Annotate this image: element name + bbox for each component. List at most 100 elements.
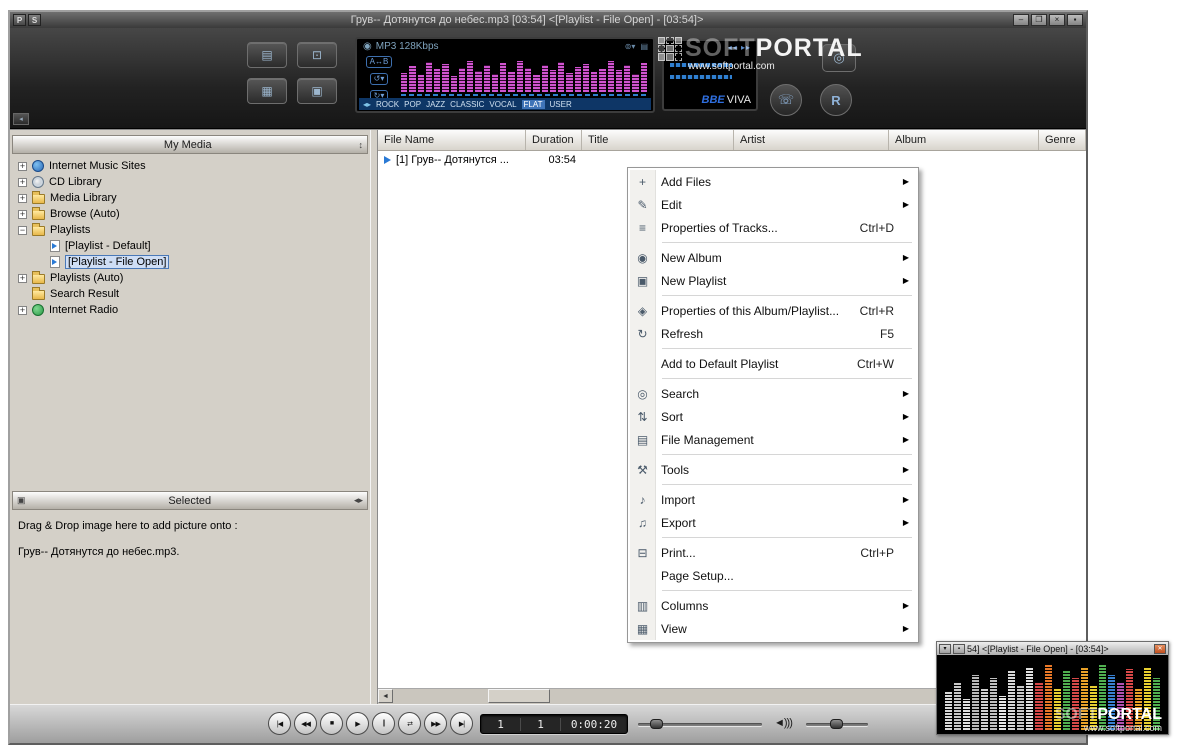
my-media-header[interactable]: My Media ↕ <box>12 135 368 154</box>
column-header-artist[interactable]: Artist <box>734 130 889 150</box>
tree-item-internet-music-sites[interactable]: + Internet Music Sites <box>12 158 368 174</box>
playlist-window-button[interactable]: ▤ <box>247 42 287 68</box>
column-header-duration[interactable]: Duration <box>526 130 582 150</box>
menu-item-edit[interactable]: ✎ Edit ▶ <box>630 193 916 216</box>
mini-menu-icon[interactable]: ▾ <box>939 643 951 654</box>
rewind-button[interactable]: ◀◀ <box>294 712 317 735</box>
expander-icon[interactable]: + <box>18 177 27 187</box>
next-track-button[interactable]: ▶| <box>450 712 473 735</box>
preset-pop[interactable]: POP <box>404 100 421 109</box>
visualization-button[interactable]: ▦ <box>247 78 287 104</box>
volume-slider[interactable] <box>806 719 868 729</box>
menu-item-tools[interactable]: ⚒ Tools ▶ <box>630 458 916 481</box>
fast-forward-button[interactable]: ▶▶ <box>424 712 447 735</box>
effect-level-bar-2[interactable] <box>670 75 732 79</box>
panel-resize-icon[interactable]: ↕ <box>359 140 364 150</box>
minimize-button[interactable]: – <box>1013 14 1029 26</box>
selected-panel-header[interactable]: ▣ Selected ◂ ▸ <box>12 491 368 510</box>
seek-thumb[interactable] <box>650 719 663 729</box>
expander-icon[interactable]: + <box>18 305 27 315</box>
volume-thumb[interactable] <box>830 719 843 729</box>
ab-repeat-button[interactable]: A↔B <box>365 56 393 68</box>
expander-icon[interactable]: + <box>18 209 27 219</box>
scrollbar-thumb[interactable] <box>488 689 550 703</box>
column-header-genre[interactable]: Genre <box>1039 130 1086 150</box>
tree-item-playlist-file-open[interactable]: [Playlist - File Open] <box>12 254 368 270</box>
sidebar-splitter[interactable] <box>370 130 378 704</box>
menu-item-properties-of-album-playlist[interactable]: ◈ Properties of this Album/Playlist... C… <box>630 299 916 322</box>
preset-flat-active[interactable]: FLAT <box>521 99 545 109</box>
menu-item-search[interactable]: ◎ Search ▶ <box>630 382 916 405</box>
sort-icon: ⇅ <box>637 409 648 424</box>
column-header-album[interactable]: Album <box>889 130 1039 150</box>
preset-rock[interactable]: ROCK <box>376 100 399 109</box>
menu-item-columns[interactable]: ▥ Columns ▶ <box>630 594 916 617</box>
play-button[interactable]: ▶ <box>346 712 369 735</box>
menu-item-new-playlist[interactable]: ▣ New Playlist ▶ <box>630 269 916 292</box>
table-row[interactable]: [1] Грув-- Дотянутся ... 03:54 <box>378 151 1086 168</box>
record-button[interactable]: R <box>820 84 852 116</box>
preset-arrows-icon[interactable]: ◂▸ <box>363 100 371 109</box>
preset-user[interactable]: USER <box>550 100 572 109</box>
mini-close-button[interactable]: ✕ <box>1154 643 1166 654</box>
tree-item-cd-library[interactable]: + CD Library <box>12 174 368 190</box>
eq-preset-bar[interactable]: ◂▸ ROCK POP JAZZ CLASSIC VOCAL FLAT USER <box>359 98 651 110</box>
menu-item-new-album[interactable]: ◉ New Album ▶ <box>630 246 916 269</box>
expander-icon[interactable]: + <box>18 193 27 203</box>
ontop-button[interactable]: ▪ <box>1067 14 1083 26</box>
shuffle-button[interactable]: ⇄ <box>398 712 421 735</box>
tree-item-playlists-auto[interactable]: + Playlists (Auto) <box>12 270 368 286</box>
pause-button[interactable]: || <box>372 712 395 735</box>
disc-button[interactable]: ◎ <box>822 44 856 72</box>
tree-item-media-library[interactable]: + Media Library <box>12 190 368 206</box>
close-button[interactable]: × <box>1049 14 1065 26</box>
stop-button[interactable]: ■ <box>320 712 343 735</box>
lcd-display: ◉ MP3 128Kbps ⊚▾ ▤ A↔B ↺▾ ↻▾ ◂▸ ROCK POP… <box>355 37 655 113</box>
maximize-button[interactable]: ❐ <box>1031 14 1047 26</box>
menu-item-add-files[interactable]: + Add Files ▶ <box>630 170 916 193</box>
headset-button[interactable]: ☏ <box>770 84 802 116</box>
menu-item-print[interactable]: ⊟ Print... Ctrl+P <box>630 541 916 564</box>
panel-toggle-button[interactable]: ◂ <box>13 113 29 125</box>
tree-item-search-result[interactable]: Search Result <box>12 286 368 302</box>
column-header-title[interactable]: Title <box>582 130 734 150</box>
menu-item-add-to-default-playlist[interactable]: Add to Default Playlist Ctrl+W <box>630 352 916 375</box>
tree-item-browse-auto[interactable]: + Browse (Auto) <box>12 206 368 222</box>
expander-icon[interactable]: − <box>18 225 27 235</box>
scroll-left-icon[interactable]: ◄ <box>378 689 393 703</box>
device-button[interactable]: ▣ <box>297 78 337 104</box>
menu-item-page-setup[interactable]: Page Setup... <box>630 564 916 587</box>
mini-mode-icon[interactable]: ▪ <box>953 643 965 654</box>
mini-title-bar[interactable]: ▾ ▪ 54] <[Playlist - File Open] - [03:54… <box>937 642 1168 655</box>
folder-icon <box>32 271 45 284</box>
preset-classic[interactable]: CLASSIC <box>450 100 484 109</box>
menu-item-properties-of-tracks[interactable]: ≡ Properties of Tracks... Ctrl+D <box>630 216 916 239</box>
effect-level-bar-1[interactable] <box>670 63 732 67</box>
lcd-meter-icon[interactable]: ▤ <box>640 42 648 51</box>
menu-item-export[interactable]: ♫ Export ▶ <box>630 511 916 534</box>
expander-icon[interactable]: + <box>18 161 27 171</box>
arrow-right-icon[interactable]: ▸ <box>358 495 363 506</box>
lcd-option-icon[interactable]: ⊚▾ <box>625 42 636 51</box>
previous-track-button[interactable]: |◀ <box>268 712 291 735</box>
dropzone-hint: Drag & Drop image here to add picture on… <box>18 520 238 532</box>
speaker-icon[interactable]: ◄))) <box>774 717 793 729</box>
seek-slider[interactable] <box>638 719 762 729</box>
tree-item-playlists[interactable]: − Playlists <box>12 222 368 238</box>
preset-vocal[interactable]: VOCAL <box>489 100 516 109</box>
menu-item-import[interactable]: ♪ Import ▶ <box>630 488 916 511</box>
menu-item-refresh[interactable]: ↻ Refresh F5 <box>630 322 916 345</box>
tree-item-playlist-default[interactable]: [Playlist - Default] <box>12 238 368 254</box>
column-header-file-name[interactable]: File Name <box>378 130 526 150</box>
module-arrows-icon[interactable]: ◂◂ ▸▸ <box>728 43 751 52</box>
expander-icon[interactable]: + <box>18 273 27 283</box>
menu-item-file-management[interactable]: ▤ File Management ▶ <box>630 428 916 451</box>
title-bar[interactable]: P S Грув-- Дотянутся до небес.mp3 [03:54… <box>10 12 1086 28</box>
preset-jazz[interactable]: JAZZ <box>426 100 445 109</box>
tree-item-internet-radio[interactable]: + Internet Radio <box>12 302 368 318</box>
video-window-button[interactable]: ⊡ <box>297 42 337 68</box>
menu-item-sort[interactable]: ⇅ Sort ▶ <box>630 405 916 428</box>
album-art-dropzone[interactable]: Drag & Drop image here to add picture on… <box>12 510 368 704</box>
menu-item-view[interactable]: ▦ View ▶ <box>630 617 916 640</box>
loop-a-button[interactable]: ↺▾ <box>369 73 389 85</box>
